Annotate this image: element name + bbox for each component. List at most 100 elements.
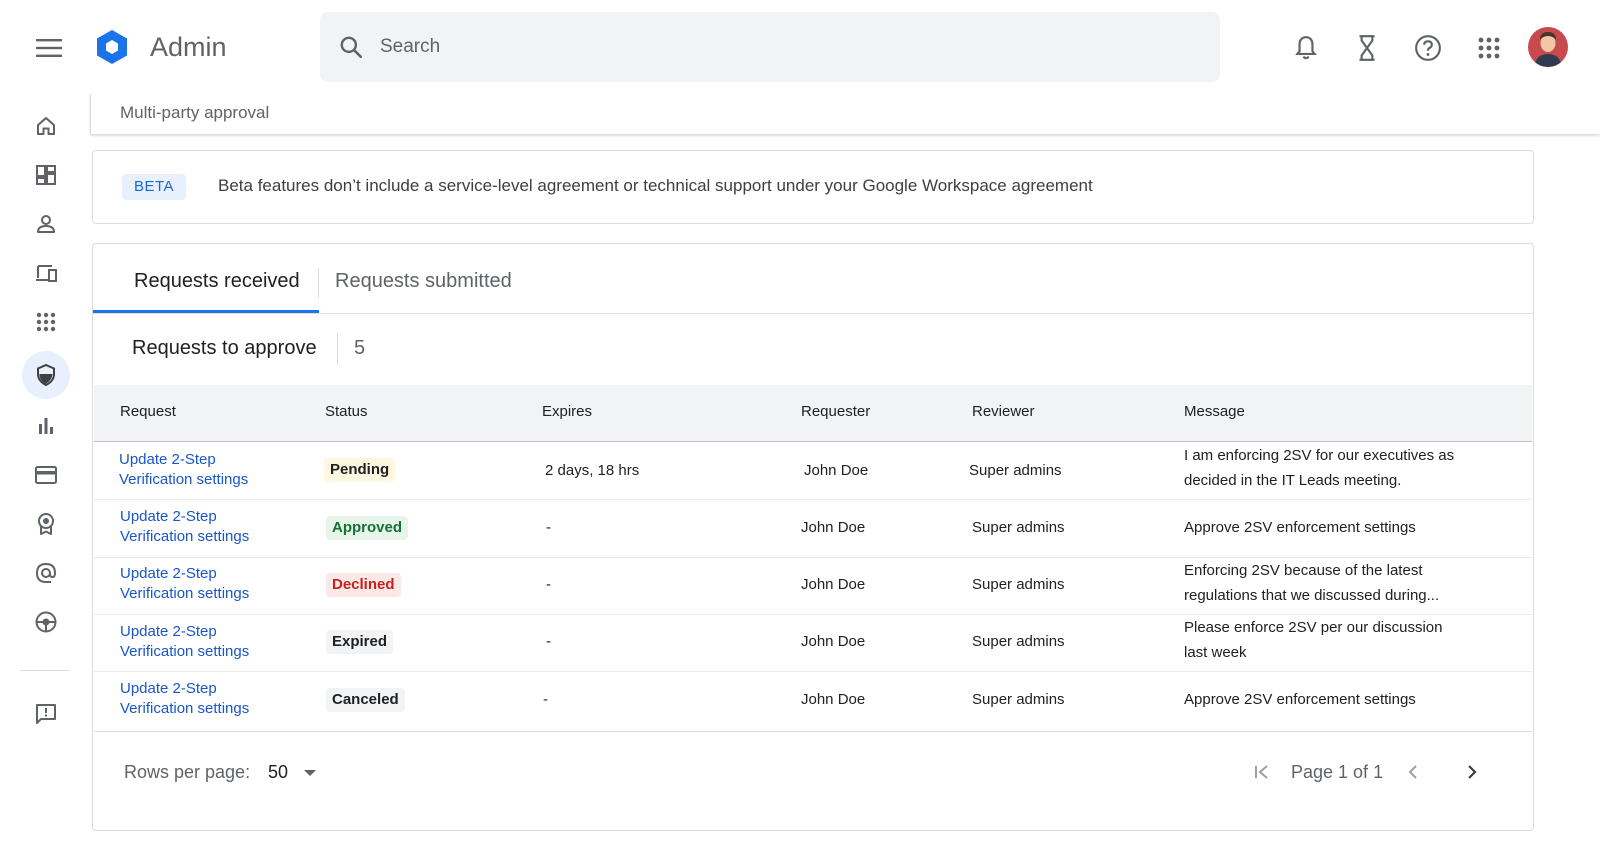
expires-cell: - xyxy=(543,691,548,708)
tab-requests-submitted[interactable]: Requests submitted xyxy=(335,270,512,293)
request-link[interactable]: Update 2-Step Verification settings xyxy=(119,450,248,490)
tabs-divider xyxy=(93,313,1533,314)
reviewer-cell: Super admins xyxy=(969,462,1062,479)
sidebar-item-email[interactable] xyxy=(22,549,70,597)
message-cell: Approve 2SV enforcement settings xyxy=(1184,687,1484,712)
sidebar-item-billing[interactable] xyxy=(22,451,70,499)
apps-icon xyxy=(36,312,56,332)
status-badge: Declined xyxy=(326,573,401,597)
admin-logo-icon[interactable] xyxy=(94,29,130,65)
search-input[interactable] xyxy=(380,36,1160,58)
requester-cell: John Doe xyxy=(801,576,866,593)
sidebar-item-feedback[interactable] xyxy=(22,690,70,738)
sidebar-item-home[interactable] xyxy=(22,102,70,150)
column-header-request[interactable]: Request xyxy=(120,403,176,420)
rules-icon xyxy=(35,611,57,633)
request-link[interactable]: Update 2-Step Verification settings xyxy=(120,564,249,604)
devices-icon xyxy=(36,265,57,282)
column-header-status[interactable]: Status xyxy=(325,403,368,420)
requester-cell: John Doe xyxy=(801,691,866,708)
status-badge: Pending xyxy=(324,458,396,482)
tasks-button[interactable] xyxy=(1351,32,1383,64)
request-link[interactable]: Update 2-Step Verification settings xyxy=(120,679,249,719)
dashboard-icon xyxy=(36,165,56,185)
feedback-icon xyxy=(36,704,56,724)
sidebar-item-reports[interactable] xyxy=(22,402,70,450)
request-link-line: Update 2-Step xyxy=(120,680,217,697)
first-page-icon xyxy=(1255,765,1268,779)
message-line: I am enforcing 2SV for our executives as xyxy=(1184,447,1455,464)
menu-icon xyxy=(36,39,62,57)
section-title: Requests to approve xyxy=(132,337,317,359)
sidebar-item-dashboard[interactable] xyxy=(22,151,70,199)
sidebar-item-security[interactable] xyxy=(22,351,70,399)
request-link-line: Update 2-Step xyxy=(120,623,217,640)
page-indicator: Page 1 of 1 xyxy=(1291,762,1384,782)
help-icon xyxy=(1415,35,1441,61)
column-header-message[interactable]: Message xyxy=(1184,403,1245,420)
request-link[interactable]: Update 2-Step Verification settings xyxy=(120,622,249,662)
home-icon xyxy=(37,117,55,135)
sidebar-divider xyxy=(20,670,70,671)
dropdown-arrow-icon xyxy=(304,769,317,776)
request-link-line: Verification settings xyxy=(120,528,250,545)
status-badge: Canceled xyxy=(326,688,405,712)
rows-per-page-label: Rows per page: xyxy=(124,762,251,782)
sidebar-item-apps[interactable] xyxy=(22,298,70,346)
message-cell: I am enforcing 2SV for our executives as… xyxy=(1184,443,1484,493)
column-header-expires[interactable]: Expires xyxy=(542,403,592,420)
request-link[interactable]: Update 2-Step Verification settings xyxy=(120,507,249,547)
request-link-line: Verification settings xyxy=(120,700,250,717)
tab-requests-received[interactable]: Requests received xyxy=(134,270,300,293)
search-bar[interactable] xyxy=(320,12,1220,82)
column-header-requester[interactable]: Requester xyxy=(801,403,870,420)
message-line: Approve 2SV enforcement settings xyxy=(1184,519,1416,536)
sidebar-item-users[interactable] xyxy=(22,200,70,248)
account-badge-icon xyxy=(38,513,54,535)
row-divider xyxy=(94,499,1532,500)
apps-grid-button[interactable] xyxy=(1473,32,1505,64)
avatar[interactable] xyxy=(1528,27,1568,67)
sidebar-item-account[interactable] xyxy=(22,500,70,548)
next-page-button[interactable] xyxy=(1456,756,1488,788)
help-button[interactable] xyxy=(1412,32,1444,64)
notifications-icon xyxy=(1295,36,1317,60)
message-cell: Approve 2SV enforcement settings xyxy=(1184,515,1484,540)
reviewer-cell: Super admins xyxy=(972,633,1065,650)
hourglass-icon xyxy=(1359,35,1375,61)
notifications-button[interactable] xyxy=(1290,32,1322,64)
column-header-reviewer[interactable]: Reviewer xyxy=(972,403,1035,420)
expires-cell: - xyxy=(546,576,551,593)
tab-separator xyxy=(318,268,319,298)
main-menu-button[interactable] xyxy=(32,31,66,65)
first-page-button[interactable] xyxy=(1246,756,1278,788)
expires-cell: - xyxy=(546,633,551,650)
beta-badge: BETA xyxy=(122,174,187,200)
request-link-line: Update 2-Step xyxy=(120,565,217,582)
reviewer-cell: Super admins xyxy=(972,519,1065,536)
email-at-icon xyxy=(35,562,57,583)
sidebar-item-devices[interactable] xyxy=(22,249,70,297)
request-link-line: Update 2-Step xyxy=(120,508,217,525)
search-icon xyxy=(336,32,366,62)
message-line: last week xyxy=(1184,644,1247,661)
request-link-line: Update 2-Step xyxy=(119,451,216,468)
message-line: regulations that we discussed during... xyxy=(1184,587,1440,604)
beta-notice-text: Beta features don’t include a service-le… xyxy=(218,176,1093,195)
previous-page-button[interactable] xyxy=(1397,756,1429,788)
active-tab-indicator xyxy=(93,310,319,313)
message-line: Enforcing 2SV because of the latest xyxy=(1184,562,1423,579)
request-link-line: Verification settings xyxy=(119,471,249,488)
chevron-left-icon xyxy=(1408,765,1417,779)
requester-cell: John Doe xyxy=(801,519,866,536)
requester-cell: John Doe xyxy=(804,462,869,479)
request-count: 5 xyxy=(354,337,366,359)
rows-per-page-select[interactable]: 50 xyxy=(268,762,317,783)
expires-cell: 2 days, 18 hrs xyxy=(545,462,640,479)
requester-cell: John Doe xyxy=(801,633,866,650)
message-line: Please enforce 2SV per our discussion xyxy=(1184,619,1443,636)
reviewer-cell: Super admins xyxy=(972,576,1065,593)
security-shield-icon xyxy=(37,363,55,387)
app-title: Admin xyxy=(150,32,227,62)
sidebar-item-rules[interactable] xyxy=(22,598,70,646)
